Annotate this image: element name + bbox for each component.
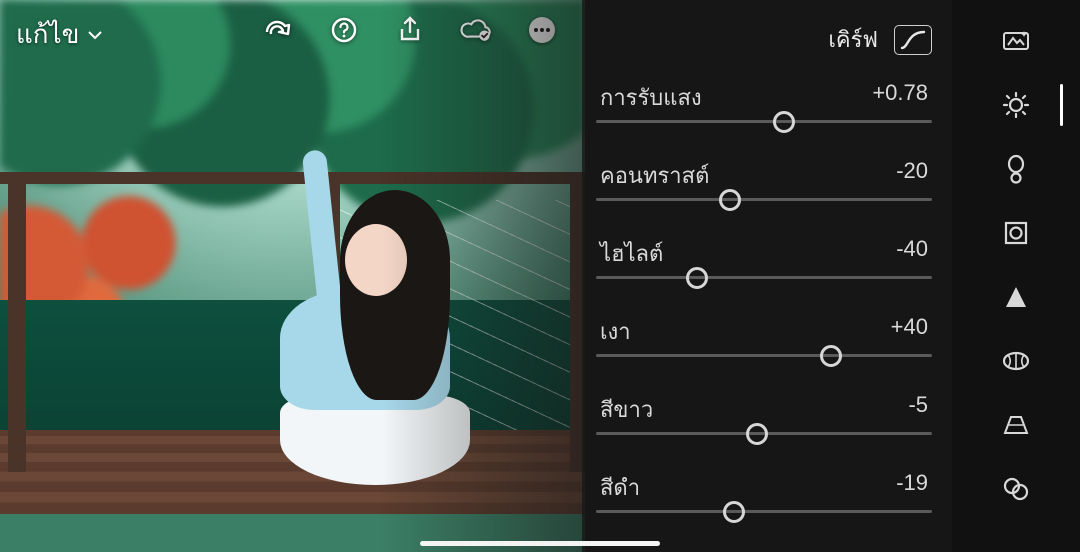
slider-track[interactable] [596, 198, 932, 201]
slider-thumb[interactable] [773, 111, 795, 133]
slider-thumb[interactable] [723, 501, 745, 523]
geometry-icon [1001, 413, 1031, 437]
slider-value: -19 [896, 470, 928, 496]
slider-label: เงา [600, 314, 631, 349]
tool-strip [952, 0, 1080, 552]
slider-track[interactable] [596, 120, 932, 123]
slider-label: คอนทราสต์ [600, 158, 709, 193]
slider-label: การรับแสง [600, 80, 702, 115]
slider-thumb[interactable] [820, 345, 842, 367]
color-icon [1005, 154, 1027, 184]
tool-effects[interactable] [1001, 218, 1031, 248]
slider-value: -40 [896, 236, 928, 262]
tool-color[interactable] [1001, 154, 1031, 184]
mode-label: แก้ไข [16, 14, 79, 55]
effects-icon [1003, 220, 1029, 246]
detail-icon [1004, 285, 1028, 309]
light-icon [1002, 91, 1030, 119]
slider-4[interactable]: สีขาว -5 [596, 392, 932, 456]
curve-icon [900, 30, 926, 50]
presets-icon [1003, 476, 1029, 502]
slider-thumb[interactable] [746, 423, 768, 445]
mode-dropdown[interactable]: แก้ไข [16, 14, 103, 55]
slider-2[interactable]: ไฮไลต์ -40 [596, 236, 932, 300]
slider-label: สีดำ [600, 470, 640, 505]
tool-presets[interactable] [1001, 474, 1031, 504]
slider-label: สีขาว [600, 392, 653, 427]
home-indicator[interactable] [420, 541, 660, 546]
slider-5[interactable]: สีดำ -19 [596, 470, 932, 534]
slider-value: +0.78 [872, 80, 928, 106]
slider-value: -20 [896, 158, 928, 184]
tool-detail[interactable] [1001, 282, 1031, 312]
slider-thumb[interactable] [719, 189, 741, 211]
tool-auto[interactable] [1001, 26, 1031, 56]
chevron-down-icon [87, 27, 103, 43]
tool-light[interactable] [1001, 90, 1031, 120]
redo-button[interactable] [262, 14, 294, 46]
slider-track[interactable] [596, 510, 932, 513]
optics-icon [1002, 351, 1030, 371]
slider-value: -5 [908, 392, 928, 418]
slider-label: ไฮไลต์ [600, 236, 663, 271]
tool-optics[interactable] [1001, 346, 1031, 376]
auto-icon [1002, 29, 1030, 53]
slider-track[interactable] [596, 354, 932, 357]
curve-label: เคิร์ฟ [828, 22, 878, 57]
slider-thumb[interactable] [686, 267, 708, 289]
slider-track[interactable] [596, 276, 932, 279]
curve-button[interactable] [894, 25, 932, 55]
help-button[interactable] [328, 14, 360, 46]
tool-geometry[interactable] [1001, 410, 1031, 440]
slider-1[interactable]: คอนทราสต์ -20 [596, 158, 932, 222]
slider-0[interactable]: การรับแสง +0.78 [596, 80, 932, 144]
slider-3[interactable]: เงา +40 [596, 314, 932, 378]
slider-value: +40 [891, 314, 928, 340]
